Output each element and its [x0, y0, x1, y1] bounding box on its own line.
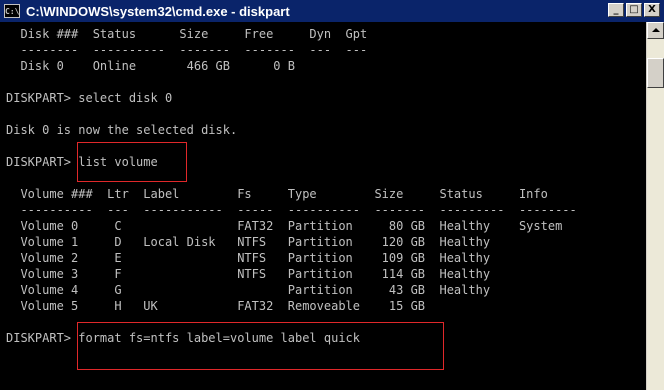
console-line: DISKPART> list volume	[6, 155, 158, 169]
console-line: DISKPART> format fs=ntfs label=volume la…	[6, 331, 361, 345]
cmd-window: C:\ C:\WINDOWS\system32\cmd.exe - diskpa…	[0, 0, 664, 390]
console-line: Disk ### Status Size Free Dyn Gpt	[6, 27, 368, 41]
console-line: ---------- --- ----------- ----- -------…	[6, 203, 577, 217]
console-line: DISKPART> select disk 0	[6, 91, 173, 105]
console-line: Volume 0 C FAT32 Partition 80 GB Healthy…	[6, 219, 563, 233]
scroll-up-arrow-icon[interactable]	[647, 22, 664, 39]
window-controls: _ □ X	[608, 3, 660, 17]
console-output[interactable]: Disk ### Status Size Free Dyn Gpt ------…	[0, 22, 646, 390]
title-bar[interactable]: C:\ C:\WINDOWS\system32\cmd.exe - diskpa…	[0, 0, 664, 22]
console-line: Disk 0 Online 466 GB 0 B	[6, 59, 295, 73]
console-line: Volume 5 H UK FAT32 Removeable 15 GB	[6, 299, 426, 313]
console-line: Volume 2 E NTFS Partition 109 GB Healthy	[6, 251, 491, 265]
console-line: Volume 3 F NTFS Partition 114 GB Healthy	[6, 267, 491, 281]
close-button[interactable]: X	[644, 3, 660, 17]
cmd-app-icon[interactable]: C:\	[4, 4, 20, 18]
console-line: Volume ### Ltr Label Fs Type Size Status…	[6, 187, 548, 201]
console-line: Volume 1 D Local Disk NTFS Partition 120…	[6, 235, 491, 249]
console-line: Volume 4 G Partition 43 GB Healthy	[6, 283, 491, 297]
scroll-thumb[interactable]	[647, 58, 664, 88]
vertical-scrollbar[interactable]	[646, 22, 664, 390]
console-line: -------- ---------- ------- ------- --- …	[6, 43, 368, 57]
maximize-button[interactable]: □	[626, 3, 642, 17]
minimize-button[interactable]: _	[608, 3, 624, 17]
window-title: C:\WINDOWS\system32\cmd.exe - diskpart	[26, 3, 290, 19]
console-line: Disk 0 is now the selected disk.	[6, 123, 238, 137]
